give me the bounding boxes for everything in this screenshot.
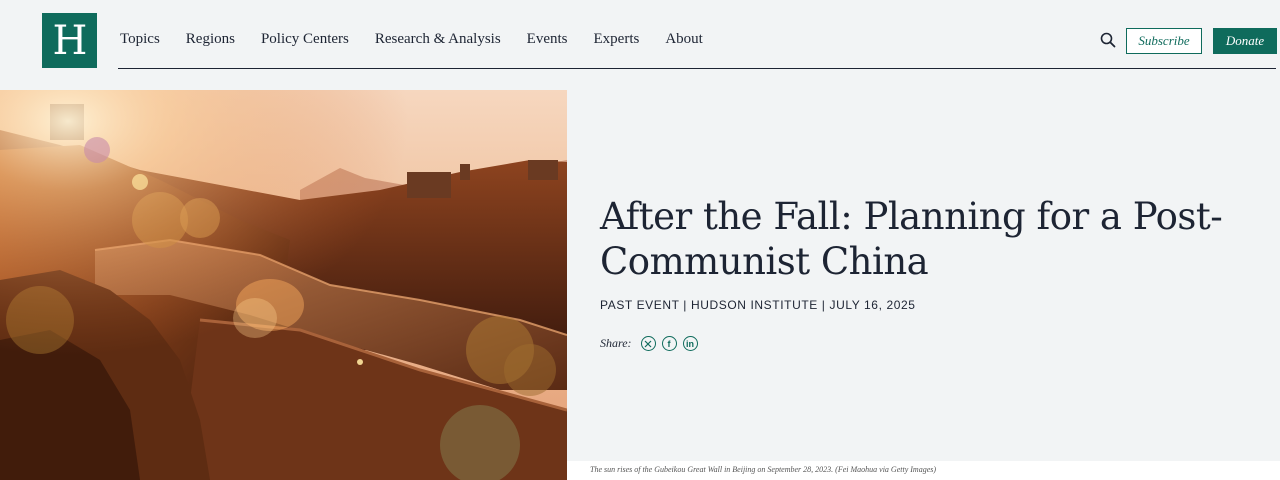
- nav-divider: [118, 68, 1276, 69]
- image-caption: The sun rises of the Gubeikou Great Wall…: [590, 465, 937, 474]
- logo-letter: H: [52, 17, 88, 64]
- page-title: After the Fall: Planning for a Post-Comm…: [600, 195, 1223, 283]
- nav-item-events[interactable]: Events: [527, 31, 568, 48]
- x-icon[interactable]: [640, 336, 656, 351]
- nav-item-regions[interactable]: Regions: [186, 31, 235, 48]
- share-label: Share:: [600, 336, 632, 350]
- share-bar: Share: f in: [600, 336, 704, 351]
- subscribe-button[interactable]: Subscribe: [1126, 28, 1202, 54]
- nav-item-policy-centers[interactable]: Policy Centers: [261, 31, 349, 48]
- site-header: H Topics Regions Policy Centers Research…: [0, 0, 1280, 90]
- nav-item-experts[interactable]: Experts: [594, 31, 640, 48]
- hudson-logo[interactable]: H: [42, 13, 97, 68]
- donate-button[interactable]: Donate: [1213, 28, 1277, 54]
- nav-item-research-analysis[interactable]: Research & Analysis: [375, 31, 501, 48]
- event-meta: PAST EVENT | HUDSON INSTITUTE | JULY 16,…: [600, 298, 916, 312]
- search-icon[interactable]: [1100, 32, 1116, 48]
- facebook-icon[interactable]: f: [661, 336, 677, 351]
- nav-item-topics[interactable]: Topics: [120, 31, 160, 48]
- hero-image-great-wall: [0, 90, 567, 480]
- linkedin-icon[interactable]: in: [682, 336, 698, 351]
- main-nav: Topics Regions Policy Centers Research &…: [120, 31, 729, 48]
- nav-item-about[interactable]: About: [665, 31, 703, 48]
